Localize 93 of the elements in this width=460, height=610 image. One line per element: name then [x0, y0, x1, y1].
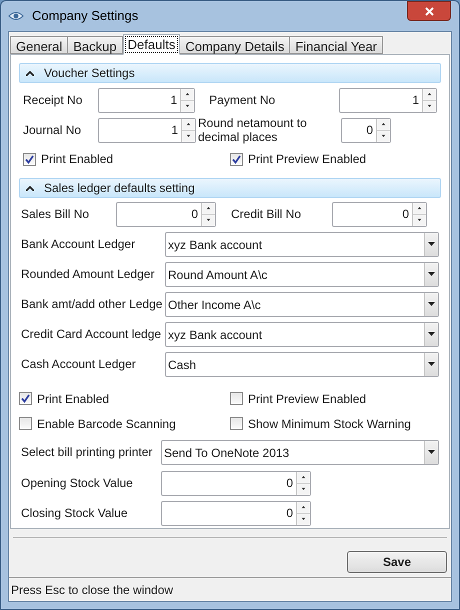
section-header[interactable]: Voucher Settings [19, 63, 441, 83]
up-arrow-icon [381, 122, 386, 126]
down-arrow-icon [427, 104, 432, 108]
field-label: Credit Bill No [230, 206, 302, 223]
field-label: Payment No [208, 92, 276, 109]
checkbox-label: Print Enabled [41, 151, 114, 168]
number-field[interactable]: 0 [116, 202, 216, 226]
spin-up-button[interactable] [377, 118, 390, 130]
number-field[interactable]: 0 [161, 470, 311, 496]
dropdown-field[interactable]: Cash [165, 352, 439, 376]
number-field[interactable]: 0 [332, 202, 427, 226]
close-icon [424, 6, 434, 16]
tab[interactable]: Backup [67, 36, 123, 54]
spin-down-button[interactable] [202, 214, 215, 226]
field-label: Round netamount to decimal places [197, 116, 308, 144]
field-label: Receipt No [23, 92, 84, 109]
number-field[interactable]: 0 [341, 118, 391, 142]
field-label: Closing Stock Value [21, 505, 128, 522]
spin-down-button[interactable] [297, 482, 310, 494]
section-title: Voucher Settings [44, 65, 135, 82]
up-arrow-icon [417, 206, 422, 210]
up-arrow-icon [186, 122, 191, 126]
field-label: Rounded Amount Ledger [21, 266, 156, 283]
number-field[interactable]: 0 [161, 500, 311, 526]
spin-down-button[interactable] [413, 214, 426, 226]
dropdown-field[interactable]: Other Income A\c [165, 292, 439, 316]
checkbox-label: Print Preview Enabled [248, 151, 366, 168]
field-label: Opening Stock Value [21, 475, 134, 492]
down-arrow-icon [417, 218, 422, 222]
dropdown-field[interactable]: Round Amount A\c [165, 262, 439, 286]
field-label: Bank Account Ledger [21, 236, 136, 253]
down-arrow-icon [301, 487, 306, 491]
checkbox[interactable] [19, 417, 32, 430]
spin-down-button[interactable] [297, 512, 310, 524]
window-title: Company Settings [32, 7, 138, 26]
spin-up-button[interactable] [182, 118, 195, 130]
dropdown-field[interactable]: xyz Bank account [165, 232, 439, 256]
checkbox[interactable] [230, 392, 243, 405]
spin-down-button[interactable] [377, 130, 390, 142]
field-label: Journal No [23, 122, 82, 139]
section-header[interactable]: Sales ledger defaults setting [19, 178, 441, 198]
close-button[interactable] [407, 1, 451, 21]
down-arrow-icon [186, 134, 191, 138]
checkbox-label: Show Minimum Stock Warning [248, 416, 411, 432]
checkbox-label: Print Enabled [37, 390, 110, 408]
tab[interactable]: General [10, 36, 68, 54]
checkbox[interactable] [23, 152, 36, 166]
section-title: Sales ledger defaults setting [44, 180, 195, 197]
dropdown-field[interactable]: Send To OneNote 2013 [161, 440, 439, 464]
field-label: Cash Account Ledger [21, 356, 137, 373]
up-arrow-icon [185, 92, 190, 96]
up-arrow-icon [301, 505, 306, 509]
tab[interactable]: Company Details [179, 36, 290, 54]
checkbox[interactable] [230, 152, 243, 166]
spin-up-button[interactable] [181, 88, 194, 100]
save-button[interactable]: Save [347, 551, 447, 573]
spin-down-button[interactable] [181, 100, 194, 112]
down-arrow-icon [381, 134, 386, 138]
field-label: Credit Card Account ledge [21, 326, 162, 343]
field-label: Select bill printing printer [21, 444, 154, 461]
caret-icon [428, 450, 435, 454]
up-arrow-icon [301, 475, 306, 479]
caret-icon [428, 302, 435, 306]
spin-up-button[interactable] [202, 202, 215, 214]
up-arrow-icon [206, 206, 211, 210]
number-field[interactable]: 1 [98, 88, 196, 112]
field-label: Bank amt/add other Ledge [21, 296, 164, 313]
eye-icon [8, 11, 24, 21]
tab[interactable]: Defaults [122, 34, 180, 55]
spin-up-button[interactable] [423, 88, 436, 100]
up-arrow-icon [427, 92, 432, 96]
status-text: Press Esc to close the window [11, 582, 174, 598]
tab[interactable]: Financial Year [289, 36, 383, 54]
down-arrow-icon [206, 218, 211, 222]
down-arrow-icon [185, 104, 190, 108]
field-label: Sales Bill No [21, 206, 90, 223]
checkbox[interactable] [19, 392, 32, 405]
spin-down-button[interactable] [423, 100, 436, 112]
spin-up-button[interactable] [413, 202, 426, 214]
number-field[interactable]: 1 [98, 118, 196, 142]
checkbox-label: Enable Barcode Scanning [37, 416, 176, 432]
number-field[interactable]: 1 [339, 88, 437, 112]
caret-icon [428, 272, 435, 276]
spin-up-button[interactable] [297, 472, 310, 482]
dropdown-field[interactable]: xyz Bank account [165, 322, 439, 346]
spin-up-button[interactable] [297, 502, 310, 512]
checkbox[interactable] [230, 417, 243, 430]
caret-icon [428, 332, 435, 336]
down-arrow-icon [301, 517, 306, 521]
checkbox-label: Print Preview Enabled [248, 390, 366, 408]
spin-down-button[interactable] [182, 130, 195, 142]
caret-icon [428, 242, 435, 246]
caret-icon [428, 362, 435, 366]
